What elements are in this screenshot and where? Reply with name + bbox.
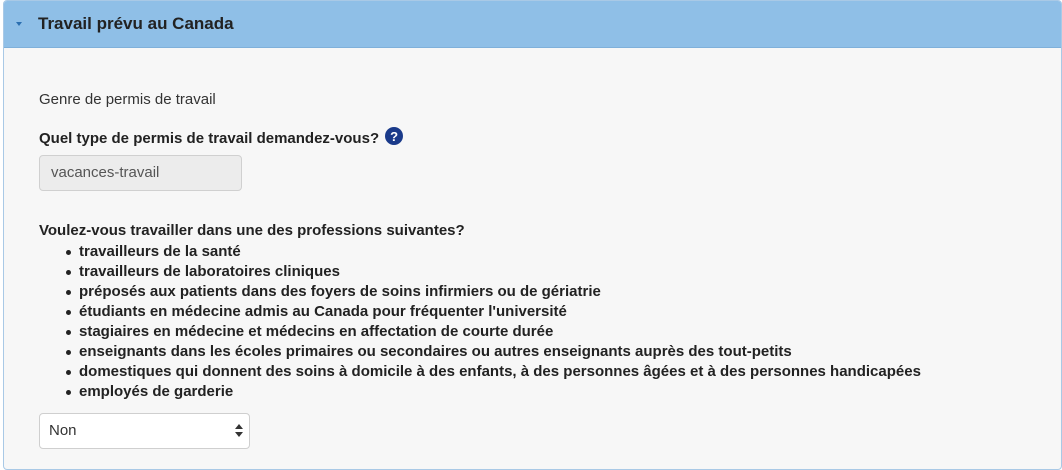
panel-title: Travail prévu au Canada <box>38 14 234 33</box>
permit-type-field[interactable]: vacances-travail <box>39 155 242 191</box>
list-item: enseignants dans les écoles primaires ou… <box>66 342 921 362</box>
caret-down-icon[interactable] <box>16 22 22 26</box>
professions-question: Voulez-vous travailler dans une des prof… <box>39 222 465 239</box>
list-item: stagiaires en médecine et médecins en af… <box>66 322 921 342</box>
list-item: travailleurs de laboratoires cliniques <box>66 262 921 282</box>
permit-type-question: Quel type de permis de travail demandez-… <box>39 127 404 147</box>
list-item: domestiques qui donnent des soins à domi… <box>66 363 921 380</box>
panel-header[interactable]: Travail prévu au Canada <box>4 1 1061 48</box>
up-down-arrows-icon <box>235 423 243 439</box>
section-label: Genre de permis de travail <box>39 91 216 108</box>
list-item: travailleurs de la santé <box>66 242 921 262</box>
list-item: employés de garderie <box>66 382 921 402</box>
profession-answer-select[interactable]: Non <box>39 413 250 449</box>
work-panel: Travail prévu au Canada Genre de permis … <box>3 0 1062 470</box>
question-circle-icon[interactable]: ? <box>385 127 404 145</box>
profession-answer-value: Non <box>49 422 77 439</box>
list-item: étudiants en médecine admis au Canada po… <box>66 302 921 322</box>
list-item: préposés aux patients dans des foyers de… <box>66 282 921 302</box>
permit-type-question-text: Quel type de permis de travail demandez-… <box>39 129 380 147</box>
professions-list: travailleurs de la santé travailleurs de… <box>39 242 921 402</box>
